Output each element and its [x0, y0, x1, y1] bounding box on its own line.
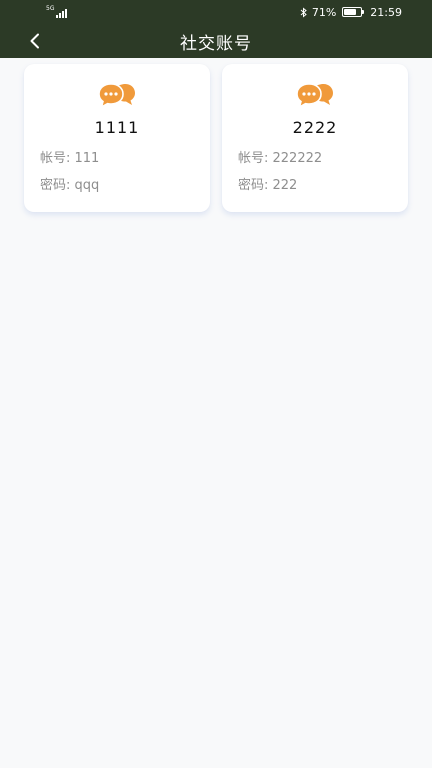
battery-percent: 71% [311, 5, 337, 19]
account-password: 密码: 222 [238, 178, 298, 193]
account-list: 1111 帐号: 111 密码: qqq 2222 帐号: 222222 密码:… [0, 58, 432, 768]
network-type: 5G [46, 5, 55, 12]
account-card[interactable]: 2222 帐号: 222222 密码: 222 [222, 64, 408, 212]
account-name: 1111 [94, 118, 140, 137]
clock: 21:59 [370, 5, 402, 19]
battery-fill [344, 9, 356, 15]
app-bar: 社交账号 [0, 24, 432, 58]
bluetooth-icon [300, 6, 307, 18]
chevron-left-icon [30, 33, 39, 49]
account-username: 帐号: 222222 [238, 151, 323, 166]
back-button[interactable] [22, 28, 48, 54]
account-card[interactable]: 1111 帐号: 111 密码: qqq [24, 64, 210, 212]
account-name: 2222 [292, 118, 338, 137]
battery-icon [342, 7, 365, 17]
page-title: 社交账号 [180, 33, 252, 54]
chat-bubbles-icon [98, 83, 135, 109]
account-password: 密码: qqq [40, 178, 100, 193]
status-right: 71% 21:59 [300, 6, 402, 19]
signal-bars-icon [56, 9, 68, 18]
signal-indicator: 5G [46, 5, 68, 18]
account-username: 帐号: 111 [40, 151, 100, 166]
status-bar: 5G 71% 21:59 [0, 0, 432, 24]
chat-bubbles-icon [296, 83, 333, 109]
